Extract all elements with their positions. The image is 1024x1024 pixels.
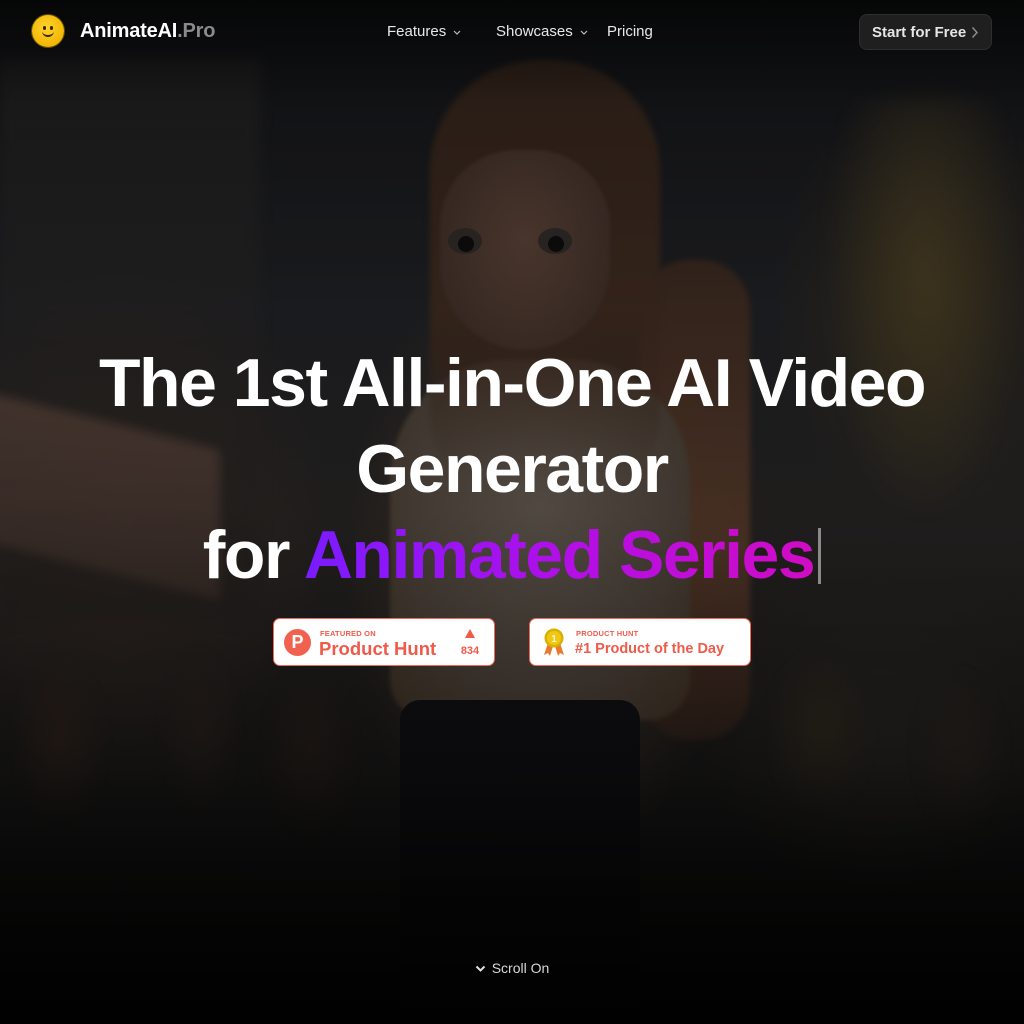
featured-kicker: FEATURED ON <box>320 629 376 638</box>
hero-title-highlight: Animated Series <box>303 517 816 593</box>
start-for-free-label: Start for Free <box>872 23 967 41</box>
featured-title: Product Hunt <box>319 638 437 659</box>
hero-title-line-3: for Animated Series <box>0 512 1024 598</box>
brand-home-link[interactable]: AnimateAI.Pro <box>32 15 215 47</box>
upvote-counter: 834 <box>458 629 482 657</box>
chevron-right-icon <box>971 26 979 43</box>
hero-title-line-1: The 1st All-in-One AI Video <box>99 345 926 421</box>
product-hunt-featured-badge[interactable]: P FEATURED ON Product Hunt 834 <box>273 618 495 666</box>
nav-showcases[interactable]: Showcases <box>496 23 589 40</box>
scroll-on-label: Scroll On <box>491 960 550 976</box>
nav-pricing-label: Pricing <box>607 23 653 40</box>
potd-title: #1 Product of the Day <box>575 641 725 657</box>
hero-title-prefix: for <box>202 517 291 593</box>
site-header: AnimateAI.Pro Features Showcases Pricing… <box>0 0 1024 64</box>
typing-cursor <box>818 528 822 584</box>
gold-medal-icon: 1 <box>542 628 566 658</box>
svg-text:1: 1 <box>551 634 557 645</box>
brand-name: AnimateAI.Pro <box>80 19 216 42</box>
product-hunt-logo-icon: P <box>284 629 311 656</box>
nav-features-label: Features <box>387 23 447 40</box>
start-for-free-button[interactable]: Start for Free <box>859 14 992 50</box>
product-of-the-day-badge[interactable]: 1 PRODUCT HUNT #1 Product of the Day <box>529 618 751 666</box>
nav-showcases-label: Showcases <box>496 23 573 40</box>
hero-title: The 1st All-in-One AI Video Generator fo… <box>0 340 1024 598</box>
hero-title-line-2: Generator <box>356 431 669 507</box>
hero-section: The 1st All-in-One AI Video Generator fo… <box>0 340 1024 598</box>
nav-pricing[interactable]: Pricing <box>607 23 653 40</box>
upvote-count: 834 <box>460 645 480 657</box>
scroll-on-indicator[interactable]: Scroll On <box>0 960 1024 976</box>
smiley-face-icon <box>32 15 64 47</box>
upvote-triangle-icon <box>465 629 475 638</box>
chevron-down-icon <box>475 960 486 976</box>
potd-kicker: PRODUCT HUNT <box>576 629 639 638</box>
chevron-down-icon <box>579 27 589 37</box>
chevron-down-icon <box>452 27 462 37</box>
nav-features[interactable]: Features <box>387 23 462 40</box>
